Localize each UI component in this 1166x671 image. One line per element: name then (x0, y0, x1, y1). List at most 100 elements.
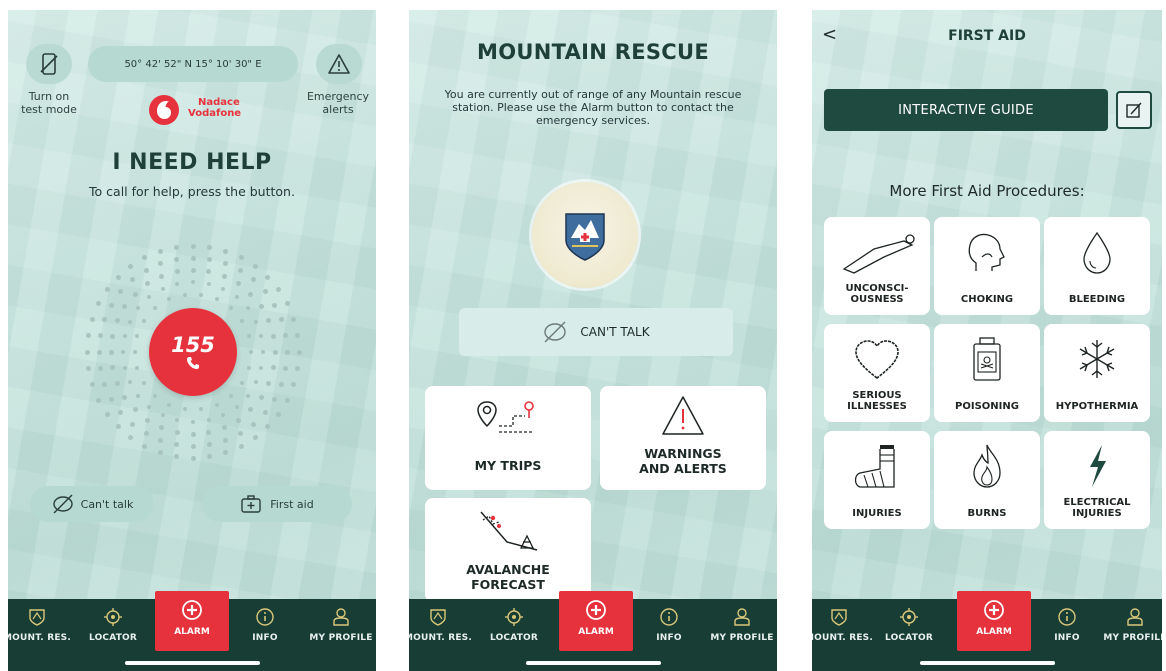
nav-alarm[interactable]: ALARM (155, 591, 229, 651)
plus-circle-icon (984, 600, 1004, 620)
pulse-dot (252, 263, 258, 269)
pulse-dot (262, 289, 268, 295)
pulse-dot (142, 443, 148, 449)
poison-bottle-icon (973, 337, 1001, 381)
tile-my-trips[interactable]: MY TRIPS (425, 386, 591, 490)
lightning-bolt-icon (1090, 445, 1106, 487)
nav-mount-res[interactable]: MOUNT. RES. (409, 607, 473, 643)
pulse-dot (215, 297, 220, 302)
info-icon (256, 608, 274, 626)
procedure-serious-illnesses[interactable]: SERIOUS ILLNESSES (824, 324, 930, 422)
nav-locator[interactable]: LOCATOR (78, 607, 148, 643)
pulse-dot (130, 421, 136, 427)
pulse-dot (206, 418, 211, 423)
pulse-dot (259, 334, 264, 339)
nav-my-profile[interactable]: MY PROFILE (306, 607, 376, 643)
pulse-dot (114, 380, 120, 386)
nav-mount-res[interactable]: MOUNT. RES. (812, 607, 874, 643)
user-icon (734, 608, 750, 626)
pulse-dot (245, 393, 250, 398)
pulse-dot (174, 429, 180, 435)
call-155-button[interactable]: 155 (149, 308, 237, 396)
pulse-dot (221, 425, 227, 431)
mountain-rescue-station-button[interactable] (532, 182, 638, 288)
procedure-label: HYPOTHERMIA (1055, 401, 1139, 412)
nav-locator[interactable]: LOCATOR (479, 607, 549, 643)
pulse-dot (157, 450, 163, 456)
screen-first-aid: < FIRST AID INTERACTIVE GUIDE More First… (812, 10, 1162, 671)
procedure-unconsciousness[interactable]: UNCONSCI- OUSNESS (824, 217, 930, 315)
tile-avalanche-forecast[interactable]: AVALANCHE FORECAST (425, 498, 591, 602)
cant-talk-button[interactable]: Can't talk (30, 486, 154, 522)
procedure-choking[interactable]: CHOKING (934, 217, 1040, 315)
procedure-electrical-injuries[interactable]: ELECTRICAL INJURIES (1044, 431, 1150, 529)
home-indicator (526, 661, 661, 665)
nav-info[interactable]: INFO (1032, 607, 1102, 643)
pulse-dot (190, 455, 196, 461)
pulse-dot (207, 244, 213, 250)
nav-mount-res[interactable]: MOUNT. RES. (8, 607, 72, 643)
pulse-dot (250, 421, 256, 427)
nav-alarm[interactable]: ALARM (559, 591, 633, 651)
pulse-dot (115, 424, 121, 430)
pulse-dot (222, 437, 228, 443)
pulse-dot (175, 281, 180, 286)
shield-icon (29, 609, 45, 626)
procedure-poisoning[interactable]: POISONING (934, 324, 1040, 422)
pulse-dot (190, 267, 196, 273)
nav-alarm-label: ALARM (174, 627, 210, 637)
pulse-dot (104, 411, 110, 417)
pulse-dot (143, 430, 149, 436)
pulse-dot (147, 404, 152, 409)
pulse-dot (228, 306, 233, 311)
nav-locator[interactable]: LOCATOR (874, 607, 944, 643)
phone-icon (187, 357, 199, 369)
pulse-dot (102, 317, 108, 323)
first-aid-label: First aid (270, 497, 314, 511)
pulse-dot (135, 333, 140, 338)
pulse-dot (191, 280, 195, 284)
nav-my-profile[interactable]: MY PROFILE (1100, 607, 1162, 643)
crosshair-icon (104, 608, 122, 626)
nav-info[interactable]: INFO (230, 607, 300, 643)
pulse-dot (261, 350, 265, 354)
pulse-dot (206, 269, 212, 275)
pulse-dot (284, 301, 290, 307)
edit-guide-button[interactable] (1116, 91, 1152, 129)
pulse-dot (182, 292, 187, 297)
section-heading: More First Aid Procedures: (889, 182, 1085, 200)
procedure-bleeding[interactable]: BLEEDING (1044, 217, 1150, 315)
procedure-hypothermia[interactable]: HYPOTHERMIA (1044, 324, 1150, 422)
pulse-dot (283, 365, 289, 371)
pulse-dot (291, 316, 297, 322)
flame-icon (973, 444, 1001, 488)
no-speech-icon (544, 321, 567, 343)
first-aid-button[interactable]: First aid (202, 486, 352, 522)
out-of-range-message: You are currently out of range of any Mo… (444, 88, 742, 127)
interactive-guide-button[interactable]: INTERACTIVE GUIDE (824, 89, 1108, 131)
nav-info[interactable]: INFO (634, 607, 704, 643)
pulse-dot (97, 365, 103, 371)
pulse-dot (108, 349, 114, 355)
pulse-dot (248, 407, 254, 413)
pulse-dot (207, 454, 213, 460)
pulse-dot (175, 418, 180, 423)
pulse-dot (109, 302, 115, 308)
pulse-dot (174, 269, 180, 275)
pulse-dot (234, 404, 239, 409)
nav-my-profile[interactable]: MY PROFILE (707, 607, 777, 643)
cant-talk-button[interactable]: CAN'T TALK (459, 308, 733, 356)
nav-alarm[interactable]: ALARM (957, 591, 1031, 651)
pulse-dot (110, 365, 116, 371)
procedure-injuries[interactable]: INJURIES (824, 431, 930, 529)
pulse-dot (278, 317, 284, 323)
unconscious-person-icon (842, 234, 915, 274)
procedure-burns[interactable]: BURNS (934, 431, 1040, 529)
home-indicator (920, 661, 1055, 665)
pulse-dot (199, 407, 204, 412)
warning-triangle-icon (662, 396, 704, 435)
pulse-dot (121, 350, 125, 354)
tile-warnings-alerts[interactable]: WARNINGS AND ALERTS (600, 386, 766, 490)
page-title: FIRST AID (948, 28, 1026, 44)
nav-my-profile-label: MY PROFILE (710, 633, 774, 643)
